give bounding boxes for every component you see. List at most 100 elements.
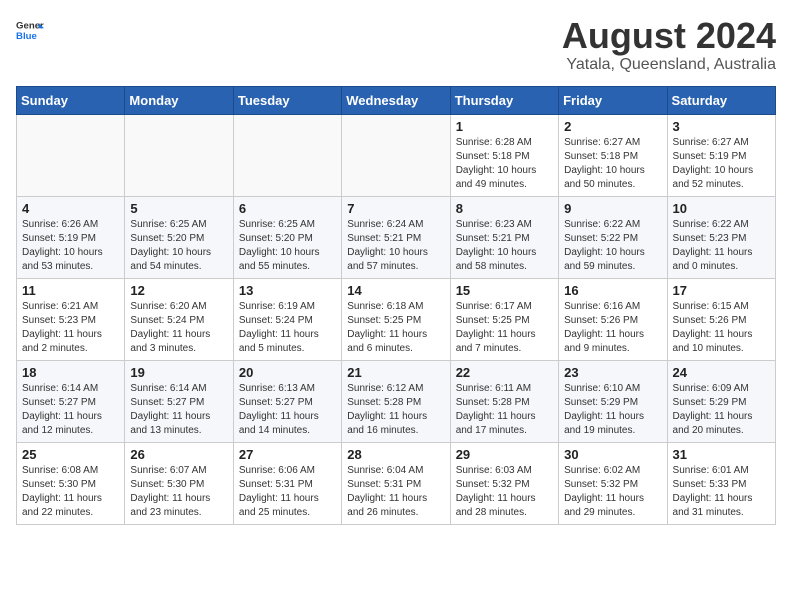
day-info: Sunrise: 6:26 AMSunset: 5:19 PMDaylight:… — [22, 218, 119, 274]
day-number: 16 — [564, 283, 661, 298]
day-info: Sunrise: 6:21 AMSunset: 5:23 PMDaylight:… — [22, 300, 119, 356]
day-number: 25 — [22, 447, 119, 462]
svg-text:Blue: Blue — [16, 31, 37, 42]
calendar-day: 28 Sunrise: 6:04 AMSunset: 5:31 PMDaylig… — [342, 442, 450, 524]
day-info: Sunrise: 6:08 AMSunset: 5:30 PMDaylight:… — [22, 464, 119, 520]
calendar-day: 31 Sunrise: 6:01 AMSunset: 5:33 PMDaylig… — [667, 442, 775, 524]
calendar-week-1: 1 Sunrise: 6:28 AMSunset: 5:18 PMDayligh… — [17, 114, 776, 196]
calendar-day: 1 Sunrise: 6:28 AMSunset: 5:18 PMDayligh… — [450, 114, 558, 196]
calendar-day — [17, 114, 125, 196]
calendar-day: 9 Sunrise: 6:22 AMSunset: 5:22 PMDayligh… — [559, 196, 667, 278]
calendar-day: 4 Sunrise: 6:26 AMSunset: 5:19 PMDayligh… — [17, 196, 125, 278]
calendar-day: 29 Sunrise: 6:03 AMSunset: 5:32 PMDaylig… — [450, 442, 558, 524]
day-number: 20 — [239, 365, 336, 380]
calendar-day: 18 Sunrise: 6:14 AMSunset: 5:27 PMDaylig… — [17, 360, 125, 442]
day-number: 4 — [22, 201, 119, 216]
day-number: 6 — [239, 201, 336, 216]
calendar-day — [342, 114, 450, 196]
day-info: Sunrise: 6:12 AMSunset: 5:28 PMDaylight:… — [347, 382, 444, 438]
calendar-day: 25 Sunrise: 6:08 AMSunset: 5:30 PMDaylig… — [17, 442, 125, 524]
calendar-day: 5 Sunrise: 6:25 AMSunset: 5:20 PMDayligh… — [125, 196, 233, 278]
day-info: Sunrise: 6:16 AMSunset: 5:26 PMDaylight:… — [564, 300, 661, 356]
day-number: 9 — [564, 201, 661, 216]
day-number: 3 — [673, 119, 770, 134]
day-info: Sunrise: 6:24 AMSunset: 5:21 PMDaylight:… — [347, 218, 444, 274]
day-info: Sunrise: 6:06 AMSunset: 5:31 PMDaylight:… — [239, 464, 336, 520]
day-number: 24 — [673, 365, 770, 380]
logo: General Blue — [16, 16, 44, 44]
calendar-day: 19 Sunrise: 6:14 AMSunset: 5:27 PMDaylig… — [125, 360, 233, 442]
calendar-day: 24 Sunrise: 6:09 AMSunset: 5:29 PMDaylig… — [667, 360, 775, 442]
day-info: Sunrise: 6:14 AMSunset: 5:27 PMDaylight:… — [22, 382, 119, 438]
calendar-week-5: 25 Sunrise: 6:08 AMSunset: 5:30 PMDaylig… — [17, 442, 776, 524]
day-number: 1 — [456, 119, 553, 134]
day-info: Sunrise: 6:19 AMSunset: 5:24 PMDaylight:… — [239, 300, 336, 356]
calendar-day: 22 Sunrise: 6:11 AMSunset: 5:28 PMDaylig… — [450, 360, 558, 442]
calendar-day: 30 Sunrise: 6:02 AMSunset: 5:32 PMDaylig… — [559, 442, 667, 524]
day-number: 8 — [456, 201, 553, 216]
calendar-week-3: 11 Sunrise: 6:21 AMSunset: 5:23 PMDaylig… — [17, 278, 776, 360]
day-info: Sunrise: 6:01 AMSunset: 5:33 PMDaylight:… — [673, 464, 770, 520]
calendar-table: SundayMondayTuesdayWednesdayThursdayFrid… — [16, 86, 776, 525]
day-number: 22 — [456, 365, 553, 380]
calendar-day: 2 Sunrise: 6:27 AMSunset: 5:18 PMDayligh… — [559, 114, 667, 196]
day-info: Sunrise: 6:04 AMSunset: 5:31 PMDaylight:… — [347, 464, 444, 520]
page-title: August 2024 — [562, 16, 776, 56]
day-number: 31 — [673, 447, 770, 462]
day-number: 30 — [564, 447, 661, 462]
calendar-day: 16 Sunrise: 6:16 AMSunset: 5:26 PMDaylig… — [559, 278, 667, 360]
day-number: 12 — [130, 283, 227, 298]
day-number: 5 — [130, 201, 227, 216]
day-number: 21 — [347, 365, 444, 380]
day-header-wednesday: Wednesday — [342, 86, 450, 114]
calendar-day: 20 Sunrise: 6:13 AMSunset: 5:27 PMDaylig… — [233, 360, 341, 442]
calendar-day: 21 Sunrise: 6:12 AMSunset: 5:28 PMDaylig… — [342, 360, 450, 442]
day-info: Sunrise: 6:10 AMSunset: 5:29 PMDaylight:… — [564, 382, 661, 438]
calendar-day: 27 Sunrise: 6:06 AMSunset: 5:31 PMDaylig… — [233, 442, 341, 524]
day-header-friday: Friday — [559, 86, 667, 114]
day-info: Sunrise: 6:22 AMSunset: 5:22 PMDaylight:… — [564, 218, 661, 274]
day-header-thursday: Thursday — [450, 86, 558, 114]
day-info: Sunrise: 6:20 AMSunset: 5:24 PMDaylight:… — [130, 300, 227, 356]
day-info: Sunrise: 6:11 AMSunset: 5:28 PMDaylight:… — [456, 382, 553, 438]
calendar-day: 14 Sunrise: 6:18 AMSunset: 5:25 PMDaylig… — [342, 278, 450, 360]
day-info: Sunrise: 6:02 AMSunset: 5:32 PMDaylight:… — [564, 464, 661, 520]
day-info: Sunrise: 6:14 AMSunset: 5:27 PMDaylight:… — [130, 382, 227, 438]
day-header-monday: Monday — [125, 86, 233, 114]
day-info: Sunrise: 6:25 AMSunset: 5:20 PMDaylight:… — [130, 218, 227, 274]
day-info: Sunrise: 6:27 AMSunset: 5:18 PMDaylight:… — [564, 136, 661, 192]
day-header-tuesday: Tuesday — [233, 86, 341, 114]
day-number: 13 — [239, 283, 336, 298]
calendar-day: 3 Sunrise: 6:27 AMSunset: 5:19 PMDayligh… — [667, 114, 775, 196]
day-info: Sunrise: 6:07 AMSunset: 5:30 PMDaylight:… — [130, 464, 227, 520]
calendar-day: 17 Sunrise: 6:15 AMSunset: 5:26 PMDaylig… — [667, 278, 775, 360]
day-number: 19 — [130, 365, 227, 380]
calendar-day — [233, 114, 341, 196]
day-number: 10 — [673, 201, 770, 216]
calendar-day: 7 Sunrise: 6:24 AMSunset: 5:21 PMDayligh… — [342, 196, 450, 278]
day-number: 23 — [564, 365, 661, 380]
day-header-sunday: Sunday — [17, 86, 125, 114]
page-subtitle: Yatala, Queensland, Australia — [562, 56, 776, 74]
day-number: 7 — [347, 201, 444, 216]
day-info: Sunrise: 6:03 AMSunset: 5:32 PMDaylight:… — [456, 464, 553, 520]
page-header: General Blue August 2024 Yatala, Queensl… — [16, 16, 776, 74]
day-number: 15 — [456, 283, 553, 298]
day-info: Sunrise: 6:25 AMSunset: 5:20 PMDaylight:… — [239, 218, 336, 274]
day-info: Sunrise: 6:17 AMSunset: 5:25 PMDaylight:… — [456, 300, 553, 356]
day-info: Sunrise: 6:27 AMSunset: 5:19 PMDaylight:… — [673, 136, 770, 192]
day-info: Sunrise: 6:23 AMSunset: 5:21 PMDaylight:… — [456, 218, 553, 274]
day-info: Sunrise: 6:22 AMSunset: 5:23 PMDaylight:… — [673, 218, 770, 274]
calendar-day: 23 Sunrise: 6:10 AMSunset: 5:29 PMDaylig… — [559, 360, 667, 442]
day-number: 2 — [564, 119, 661, 134]
calendar-day: 8 Sunrise: 6:23 AMSunset: 5:21 PMDayligh… — [450, 196, 558, 278]
day-number: 11 — [22, 283, 119, 298]
day-number: 17 — [673, 283, 770, 298]
title-block: August 2024 Yatala, Queensland, Australi… — [562, 16, 776, 74]
calendar-day: 6 Sunrise: 6:25 AMSunset: 5:20 PMDayligh… — [233, 196, 341, 278]
calendar-day: 26 Sunrise: 6:07 AMSunset: 5:30 PMDaylig… — [125, 442, 233, 524]
day-number: 14 — [347, 283, 444, 298]
day-info: Sunrise: 6:28 AMSunset: 5:18 PMDaylight:… — [456, 136, 553, 192]
day-info: Sunrise: 6:13 AMSunset: 5:27 PMDaylight:… — [239, 382, 336, 438]
calendar-day: 11 Sunrise: 6:21 AMSunset: 5:23 PMDaylig… — [17, 278, 125, 360]
